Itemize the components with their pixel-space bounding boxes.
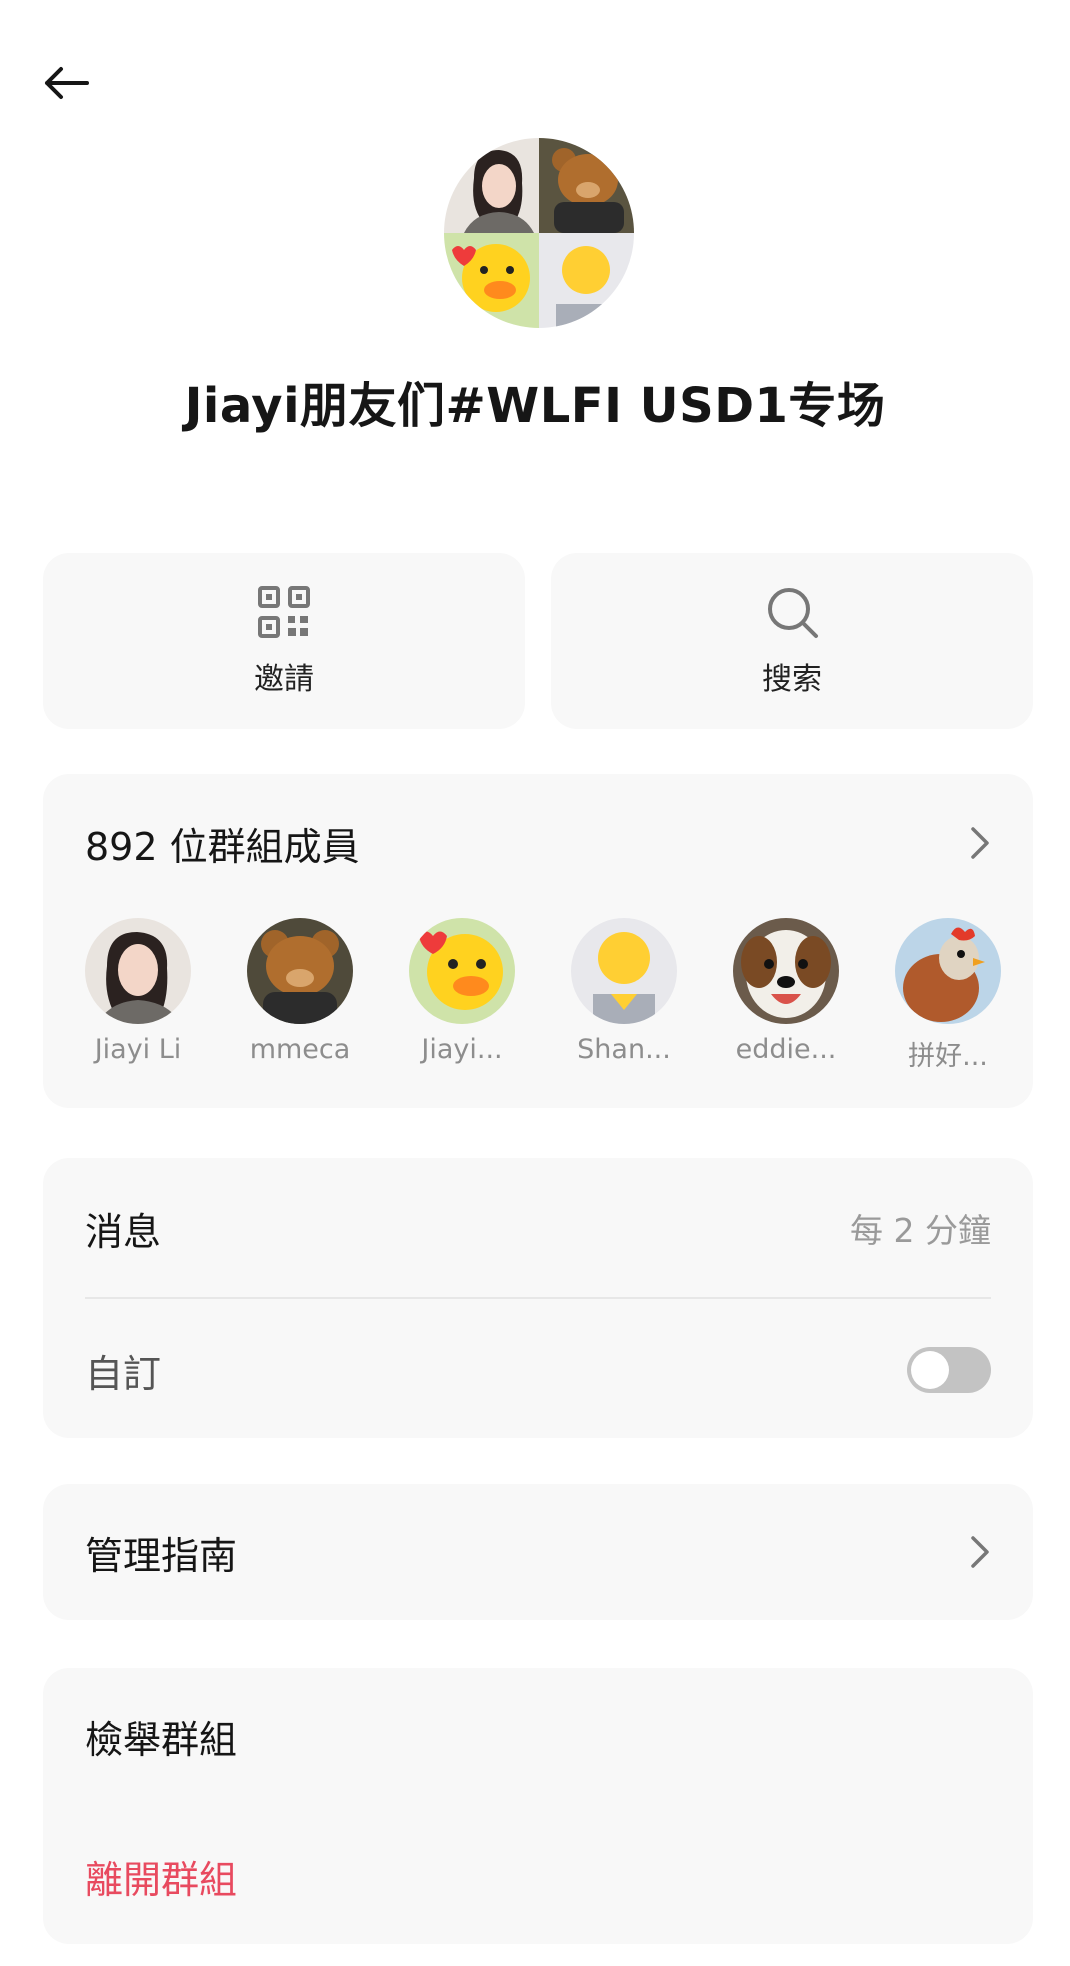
messages-frequency-value: 每 2 分鐘 — [850, 1211, 991, 1250]
member-item[interactable]: Jiayi... — [407, 918, 517, 1078]
group-avatar[interactable] — [444, 138, 634, 328]
leave-label: 離開群組 — [85, 1857, 238, 1902]
management-guide-button[interactable]: 管理指南 — [43, 1484, 1033, 1620]
avatar — [409, 918, 515, 1024]
message-frequency-row[interactable]: 消息 每 2 分鐘 — [85, 1198, 991, 1258]
member-item[interactable]: Shan... — [569, 918, 679, 1078]
member-name: 拼好... — [908, 1041, 988, 1072]
member-item[interactable]: Jiayi Li — [83, 918, 193, 1078]
avatar — [733, 918, 839, 1024]
member-name: Shan... — [577, 1034, 671, 1065]
report-label: 檢舉群組 — [85, 1717, 238, 1762]
guide-row: 管理指南 — [85, 1522, 991, 1582]
group-actions: 檢舉群組 離開群組 — [43, 1668, 1033, 1944]
qr-code-icon — [258, 586, 310, 638]
custom-label: 自訂 — [85, 1351, 162, 1396]
avatar — [247, 918, 353, 1024]
arrow-left-icon — [45, 67, 89, 99]
avatar — [571, 918, 677, 1024]
divider — [85, 1297, 991, 1299]
member-name: mmeca — [249, 1034, 351, 1065]
custom-toggle[interactable] — [907, 1347, 991, 1393]
members-section: 892 位群組成員 Jiayi Li mmeca Jiayi... Shan..… — [43, 774, 1033, 1108]
chevron-right-icon — [971, 827, 989, 859]
toggle-knob — [911, 1351, 949, 1389]
search-icon — [768, 588, 818, 638]
search-button[interactable]: 搜索 — [551, 553, 1033, 729]
members-count: 892 位群組成員 — [85, 824, 360, 869]
member-item[interactable]: 拼好... — [893, 918, 1003, 1078]
invite-label: 邀請 — [254, 662, 314, 697]
search-label: 搜索 — [762, 662, 822, 697]
guide-label: 管理指南 — [85, 1533, 238, 1578]
report-group-button[interactable]: 檢舉群組 — [85, 1706, 991, 1766]
invite-button[interactable]: 邀請 — [43, 553, 525, 729]
member-name: Jiayi Li — [94, 1034, 182, 1065]
back-button[interactable] — [38, 58, 94, 108]
members-list: Jiayi Li mmeca Jiayi... Shan... eddie...… — [83, 918, 1003, 1078]
members-header[interactable]: 892 位群組成員 — [85, 818, 991, 869]
member-name: Jiayi... — [421, 1034, 503, 1065]
leave-group-button[interactable]: 離開群組 — [85, 1846, 991, 1906]
chevron-right-icon — [971, 1536, 989, 1568]
member-item[interactable]: mmeca — [245, 918, 355, 1078]
avatar — [895, 918, 1001, 1024]
custom-row: 自訂 — [85, 1340, 991, 1400]
group-title: Jiayi朋友们#WLFI USD1专场 — [184, 378, 886, 434]
message-settings: 消息 每 2 分鐘 自訂 — [43, 1158, 1033, 1438]
member-name: eddie... — [735, 1034, 837, 1065]
member-item[interactable]: eddie... — [731, 918, 841, 1078]
messages-label: 消息 — [85, 1209, 162, 1254]
avatar — [85, 918, 191, 1024]
